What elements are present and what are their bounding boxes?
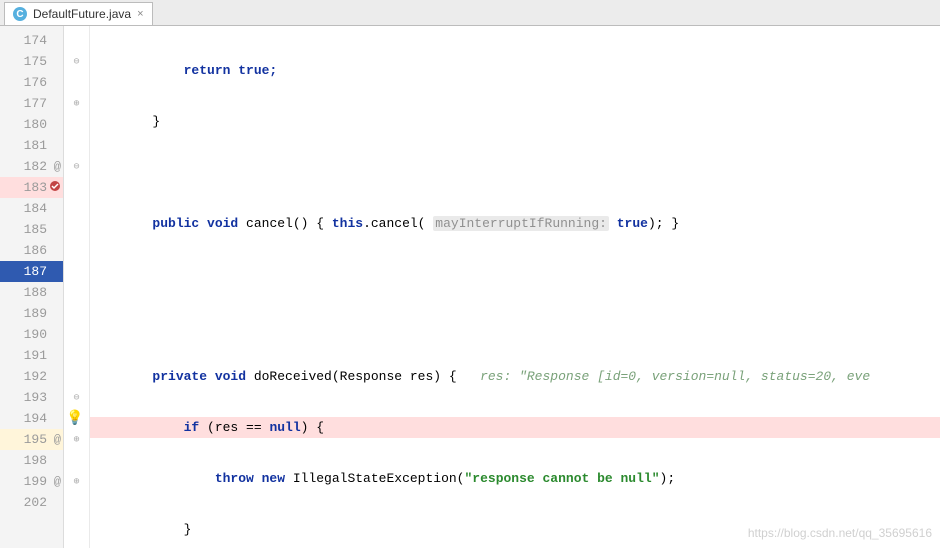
line-number: 199@ xyxy=(0,471,63,492)
code-area[interactable]: return true; } public void cancel() { th… xyxy=(90,26,940,548)
close-icon[interactable]: × xyxy=(137,8,143,20)
line-number: 174 xyxy=(0,30,63,51)
code-line[interactable]: throw new IllegalStateException("respons… xyxy=(90,468,940,489)
line-number: 181 xyxy=(0,135,63,156)
line-number: 180 xyxy=(0,114,63,135)
code-line[interactable] xyxy=(90,264,940,285)
fold-handle[interactable]: ⊖ xyxy=(64,51,89,72)
line-number: 186 xyxy=(0,240,63,261)
fold-handle[interactable]: ⊕ xyxy=(64,429,89,450)
fold-handle[interactable]: ⊖ xyxy=(64,387,89,408)
code-line[interactable]: if (res == null) { xyxy=(90,417,940,438)
code-line[interactable]: private void doReceived(Response res) { … xyxy=(90,366,940,387)
code-line[interactable]: } xyxy=(90,111,940,132)
code-line[interactable]: return true; xyxy=(90,60,940,81)
override-icon[interactable]: @ xyxy=(54,160,61,174)
override-icon[interactable]: @ xyxy=(54,433,61,447)
fold-handle[interactable]: ⊕ xyxy=(64,471,89,492)
line-number: 194 xyxy=(0,408,63,429)
fold-gutter: ⊖ ⊕ ⊖ ⊖ 💡 ⊕ ⊕ xyxy=(64,26,90,548)
line-number: 188 xyxy=(0,282,63,303)
line-number: 189 xyxy=(0,303,63,324)
fold-handle[interactable]: ⊖ xyxy=(64,156,89,177)
tab-title: DefaultFuture.java xyxy=(33,7,131,21)
override-icon[interactable]: @ xyxy=(54,475,61,489)
line-number: 202 xyxy=(0,492,63,513)
line-number: 183 xyxy=(0,177,63,198)
line-number: 187 xyxy=(0,261,63,282)
intention-bulb-icon[interactable]: 💡 xyxy=(66,410,83,427)
line-number: 193 xyxy=(0,387,63,408)
line-number: 191 xyxy=(0,345,63,366)
line-number: 198 xyxy=(0,450,63,471)
code-line[interactable] xyxy=(90,162,940,183)
line-number: 184 xyxy=(0,198,63,219)
code-line[interactable] xyxy=(90,315,940,336)
editor: 174 175 176 177 180 181 182@ 183 184 185… xyxy=(0,26,940,548)
line-number: 175 xyxy=(0,51,63,72)
code-line[interactable]: public void cancel() { this.cancel( mayI… xyxy=(90,213,940,234)
breakpoint-icon[interactable] xyxy=(49,180,61,196)
line-number: 190 xyxy=(0,324,63,345)
code-line[interactable]: } xyxy=(90,519,940,540)
line-number: 195@ xyxy=(0,429,63,450)
tab-bar: C DefaultFuture.java × xyxy=(0,0,940,26)
line-number: 176 xyxy=(0,72,63,93)
line-number-gutter: 174 175 176 177 180 181 182@ 183 184 185… xyxy=(0,26,64,548)
java-class-icon: C xyxy=(13,7,27,21)
line-number: 192 xyxy=(0,366,63,387)
line-number: 185 xyxy=(0,219,63,240)
line-number: 177 xyxy=(0,93,63,114)
fold-handle[interactable]: ⊕ xyxy=(64,93,89,114)
editor-tab[interactable]: C DefaultFuture.java × xyxy=(4,2,153,25)
line-number: 182@ xyxy=(0,156,63,177)
